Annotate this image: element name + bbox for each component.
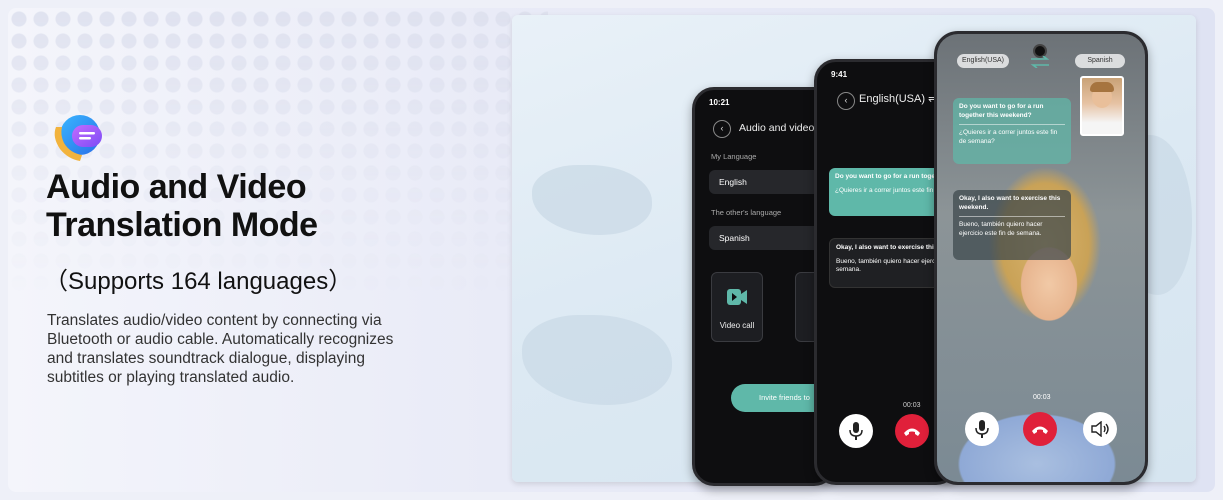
video-camera-icon <box>727 289 747 305</box>
message-bubble: Do you want to go for a run together thi… <box>953 98 1071 164</box>
hang-up-icon <box>1032 426 1048 434</box>
microphone-icon <box>849 422 863 440</box>
my-language-label: My Language <box>711 152 757 161</box>
self-view-video <box>1080 76 1124 136</box>
feature-description: Translates audio/video content by connec… <box>47 312 394 386</box>
page-title: Audio and Video Translation Mode <box>46 168 318 244</box>
subtitle: （Supports 164 languages） <box>44 268 353 295</box>
back-button[interactable]: ‹ <box>713 120 731 138</box>
dot-pattern <box>8 8 548 492</box>
microphone-icon <box>975 420 989 438</box>
video-call-mode-card[interactable]: Video call <box>711 272 763 342</box>
call-timer: 00:03 <box>1033 394 1051 401</box>
microphone-button[interactable] <box>839 414 873 448</box>
target-language-pill[interactable]: Spanish <box>1075 54 1125 68</box>
other-language-label: The other's language <box>711 208 782 217</box>
video-call-label: Video call <box>719 321 755 330</box>
end-call-button[interactable] <box>1023 412 1057 446</box>
translation-chat-icon <box>54 115 102 161</box>
speaker-button[interactable] <box>1083 412 1117 446</box>
call-timer: 00:03 <box>903 402 921 409</box>
swap-languages-icon[interactable] <box>1029 56 1051 68</box>
status-time: 9:41 <box>831 70 848 79</box>
hang-up-icon <box>904 428 920 436</box>
speaker-icon <box>1091 421 1109 437</box>
microphone-button[interactable] <box>965 412 999 446</box>
phone-video-call-screen: English(USA) Spanish Do you want to go f… <box>934 31 1148 485</box>
end-call-button[interactable] <box>895 414 929 448</box>
source-language-pill[interactable]: English(USA) <box>957 54 1009 68</box>
status-time: 10:21 <box>709 98 730 107</box>
back-button[interactable]: ‹ <box>837 92 855 110</box>
message-bubble: Okay, I also want to exercise this weeke… <box>953 190 1071 260</box>
